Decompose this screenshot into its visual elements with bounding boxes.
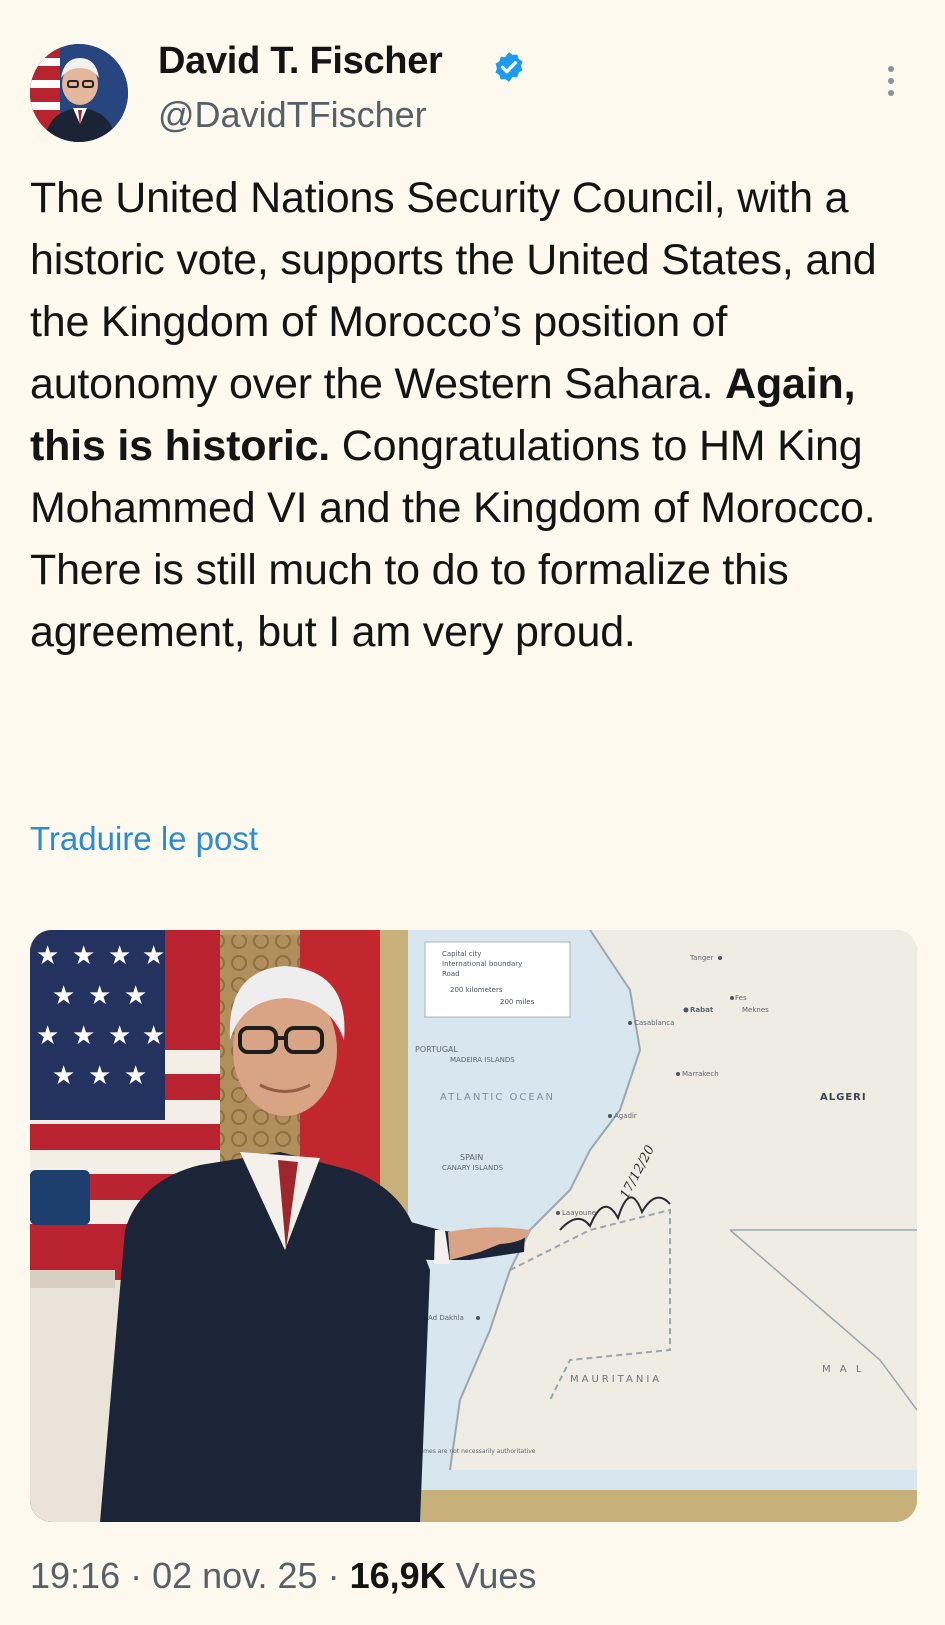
photo-illustration: ★ ★ ★ ★ ★ ★ ★ ★ ★ ★ ★ ★ ★ ★ Capital city: [30, 930, 917, 1522]
svg-text:★: ★: [124, 981, 147, 1011]
tweet-photo[interactable]: ★ ★ ★ ★ ★ ★ ★ ★ ★ ★ ★ ★ ★ ★ Capital city: [30, 930, 917, 1522]
meta-separator: ·: [317, 1555, 350, 1596]
svg-text:★: ★: [142, 941, 165, 971]
author-handle[interactable]: @DavidTFischer: [158, 94, 427, 136]
map-footnote: Names are not necessarily authoritative: [415, 1448, 536, 1455]
map-label-fes: Fes: [735, 994, 747, 1002]
svg-text:★: ★: [142, 1021, 165, 1051]
map-label-spain: SPAIN: [460, 1153, 483, 1162]
translate-post-link[interactable]: Traduire le post: [30, 820, 258, 858]
svg-text:★: ★: [36, 1021, 59, 1051]
svg-text:★: ★: [108, 941, 131, 971]
map-label-agadir: Agadir: [614, 1112, 637, 1120]
map-legend-capital: Capital city: [442, 950, 481, 958]
svg-text:★: ★: [36, 941, 59, 971]
map-label-dakhla: Ad Dakhla: [428, 1314, 464, 1322]
map-legend-road: Road: [442, 970, 460, 978]
map-label-madeira: MADEIRA ISLANDS: [450, 1056, 515, 1064]
post-date[interactable]: 02 nov. 25: [152, 1555, 317, 1596]
avatar[interactable]: [30, 44, 128, 142]
tweet-post: David T. Fischer @DavidTFischer The Unit…: [0, 0, 945, 1625]
svg-text:★: ★: [72, 941, 95, 971]
map-legend-scale-mi: 200 miles: [500, 998, 535, 1006]
post-meta: 19:16 · 02 nov. 25 · 16,9K Vues: [30, 1555, 536, 1597]
svg-text:★: ★: [108, 1021, 131, 1051]
more-options-icon[interactable]: [885, 66, 897, 106]
map-label-meknes: Meknes: [742, 1006, 769, 1014]
map-label-tanger: Tanger: [689, 954, 714, 962]
map-legend-boundary: International boundary: [442, 960, 522, 968]
map-label-mauritania: MAURITANIA: [570, 1374, 662, 1385]
svg-text:★: ★: [88, 981, 111, 1011]
map-label-marrakech: Marrakech: [682, 1070, 719, 1078]
map-label-mali: M A L: [822, 1364, 864, 1375]
post-time[interactable]: 19:16: [30, 1555, 120, 1596]
svg-text:★: ★: [88, 1061, 111, 1091]
meta-separator: ·: [120, 1555, 153, 1596]
map-label-atlantic: ATLANTIC OCEAN: [440, 1092, 555, 1103]
author-name[interactable]: David T. Fischer: [158, 40, 443, 83]
views-label: Vues: [445, 1555, 537, 1596]
map-label-casablanca: Casablanca: [634, 1019, 674, 1027]
views-count: 16,9K: [349, 1555, 446, 1596]
svg-text:★: ★: [72, 1021, 95, 1051]
map-label-canary: CANARY ISLANDS: [442, 1164, 504, 1172]
map-legend-scale-km: 200 kilometers: [450, 986, 503, 994]
map-label-portugal: PORTUGAL: [415, 1045, 459, 1054]
svg-text:★: ★: [52, 981, 75, 1011]
tweet-text: The United Nations Security Council, wit…: [30, 167, 910, 663]
map-label-rabat: Rabat: [690, 1006, 714, 1014]
map-label-algeria: ALGERI: [820, 1092, 867, 1103]
svg-text:★: ★: [124, 1061, 147, 1091]
svg-text:★: ★: [52, 1061, 75, 1091]
map-label-laayoune: Laayoune: [562, 1209, 596, 1217]
verified-badge-icon: [495, 52, 523, 82]
